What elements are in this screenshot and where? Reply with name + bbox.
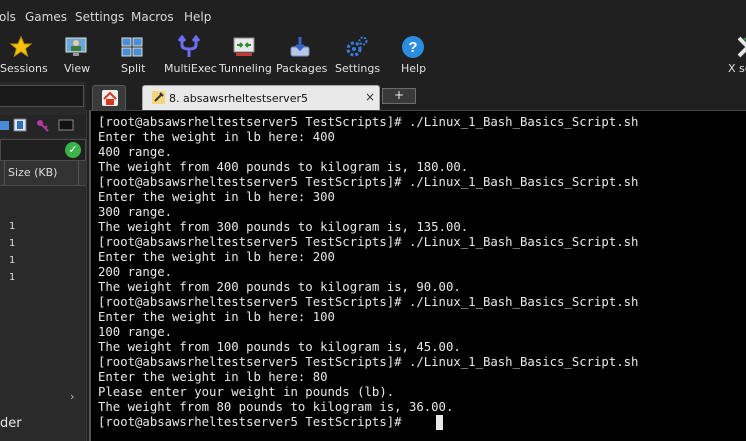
multiexec-button[interactable]: MultiExec — [164, 32, 217, 82]
terminal-cursor — [436, 415, 443, 430]
sftp-toolbar — [0, 115, 86, 137]
new-tab-button[interactable]: + — [382, 88, 416, 104]
tunneling-button[interactable]: Tunneling — [219, 32, 272, 82]
terminal-line: [root@absawsrheltestserver5 TestScripts]… — [98, 295, 639, 309]
terminal-line: The weight from 80 pounds to kilogram is… — [98, 400, 454, 414]
check-icon[interactable]: ✓ — [65, 142, 81, 158]
file-size-cell: 1 — [9, 255, 16, 266]
terminal-line: Enter the weight in lb here: 300 — [98, 190, 335, 204]
terminal-line: Enter the weight in lb here: 100 — [98, 310, 335, 324]
help-icon: ? — [402, 36, 424, 58]
remote-path-input[interactable] — [0, 85, 84, 107]
main-toolbar: Sessions View Split MultiExec Tunneling … — [0, 32, 746, 82]
settings-button[interactable]: Settings — [335, 32, 380, 82]
terminal-output[interactable]: [root@absawsrheltestserver5 TestScripts]… — [89, 110, 746, 441]
terminal-prompt-line: [root@absawsrheltestserver5 TestScripts]… — [98, 415, 409, 429]
column-divider — [78, 161, 79, 185]
menu-tools[interactable]: ols — [0, 10, 16, 24]
x-server-icon — [737, 36, 746, 58]
terminal-line: The weight from 200 pounds to kilogram i… — [98, 280, 461, 294]
close-icon[interactable]: × — [365, 90, 375, 104]
column-divider — [0, 161, 5, 185]
terminal-line: The weight from 300 pounds to kilogram i… — [98, 220, 469, 234]
terminal-line: [root@absawsrheltestserver5 TestScripts]… — [98, 355, 639, 369]
follow-terminal-label[interactable]: der — [0, 416, 22, 431]
split-button[interactable]: Split — [116, 32, 148, 82]
terminal-line: Please enter your weight in pounds (lb). — [98, 385, 395, 399]
size-column-header[interactable]: Size (KB) — [8, 166, 57, 179]
menu-bar: ols Games Settings Macros Help — [0, 0, 746, 32]
key-icon[interactable] — [36, 118, 50, 132]
sessions-button[interactable]: Sessions — [0, 32, 48, 82]
sftp-side-panel: ✓ Size (KB) 1 1 1 1 › der — [0, 82, 87, 441]
svg-text:?: ? — [408, 39, 417, 56]
x-server-button[interactable]: X se — [724, 32, 746, 82]
terminal-line: 100 range. — [98, 325, 173, 339]
session-tab-strip: 8. absawsrheltestserver5 × + — [86, 82, 746, 110]
session-tab-title: 8. absawsrheltestserver5 — [169, 92, 308, 105]
terminal-line: 200 range. — [98, 265, 173, 279]
terminal-line: The weight from 100 pounds to kilogram i… — [98, 340, 461, 354]
menu-help[interactable]: Help — [184, 10, 211, 24]
terminal-line: The weight from 400 pounds to kilogram i… — [98, 160, 469, 174]
terminal-line: [root@absawsrheltestserver5 TestScripts]… — [98, 115, 639, 129]
chevron-right-icon[interactable]: › — [70, 390, 74, 403]
terminal-line: [root@absawsrheltestserver5 TestScripts]… — [98, 175, 639, 189]
packages-button[interactable]: Packages — [276, 32, 327, 82]
refresh-icon[interactable] — [13, 118, 27, 132]
terminal-line: Enter the weight in lb here: 200 — [98, 250, 335, 264]
terminal-line: 300 range. — [98, 205, 173, 219]
terminal-line: 400 range. — [98, 145, 173, 159]
fork-icon — [177, 35, 201, 57]
view-button[interactable]: View — [60, 32, 92, 82]
menu-games[interactable]: Games — [25, 10, 67, 24]
filter-row[interactable]: ✓ — [0, 139, 86, 161]
help-button[interactable]: ? Help — [398, 32, 426, 82]
home-icon — [102, 90, 118, 106]
terminal-line: Enter the weight in lb here: 400 — [98, 130, 335, 144]
file-list-header: Size (KB) — [0, 161, 86, 186]
menu-macros[interactable]: Macros — [131, 10, 174, 24]
monitor-user-icon — [65, 37, 87, 56]
package-icon — [290, 37, 310, 57]
wrench-icon — [152, 91, 165, 104]
gears-icon — [346, 36, 368, 57]
home-tab[interactable] — [92, 85, 126, 110]
terminal-line: Enter the weight in lb here: 80 — [98, 370, 328, 384]
terminal-icon[interactable] — [58, 118, 74, 132]
terminal-line: [root@absawsrheltestserver5 TestScripts]… — [98, 235, 639, 249]
file-size-cell: 1 — [9, 238, 16, 249]
split-windows-icon — [121, 37, 143, 57]
upload-icon[interactable] — [0, 118, 11, 132]
file-size-cell: 1 — [9, 272, 16, 283]
tunnel-icon — [233, 37, 255, 56]
file-size-cell: 1 — [9, 221, 16, 232]
menu-settings[interactable]: Settings — [75, 10, 124, 24]
session-tab[interactable]: 8. absawsrheltestserver5 × — [142, 85, 380, 110]
star-icon — [9, 35, 33, 58]
